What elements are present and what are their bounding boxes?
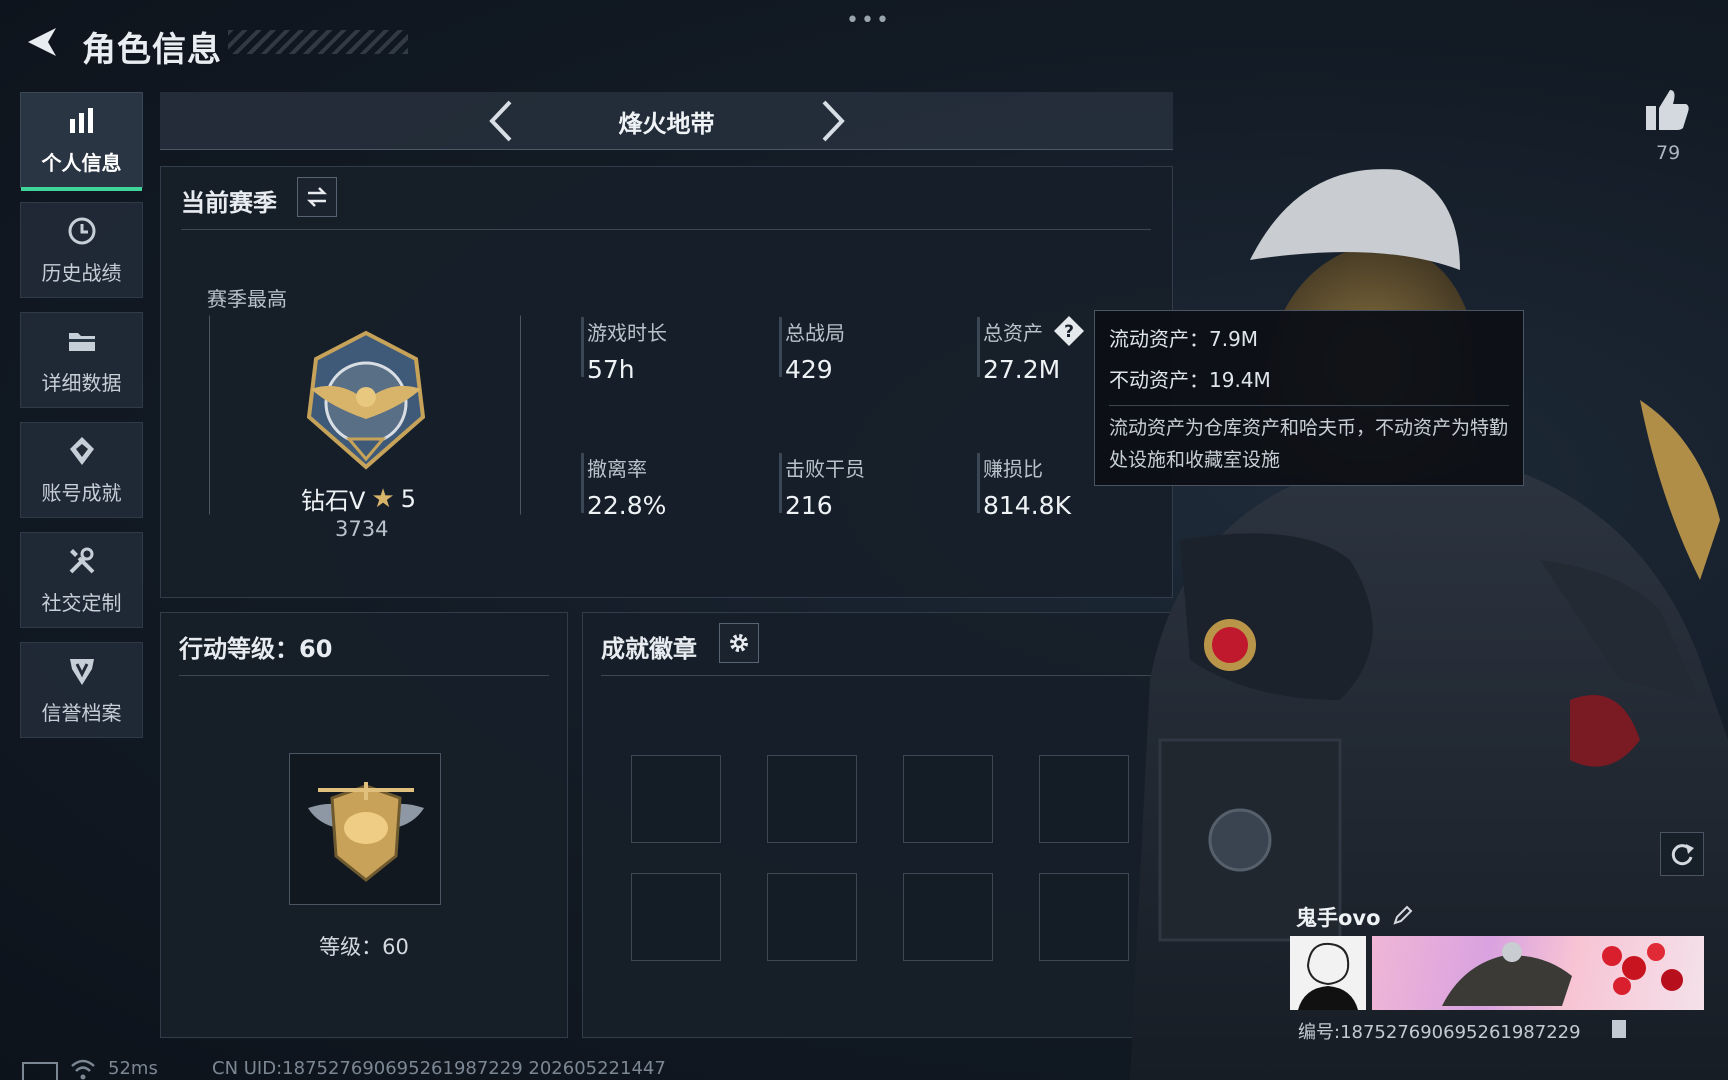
- bar-chart-icon: [69, 107, 93, 133]
- gear-icon: [730, 634, 748, 652]
- stat-label-extract-rate: 撤离率: [587, 457, 647, 481]
- stat-label-assets: 总资产: [983, 321, 1043, 345]
- thumbs-up-icon: [1646, 90, 1689, 130]
- star-icon: ★: [371, 483, 395, 514]
- divider: [181, 229, 1151, 230]
- badge-slot[interactable]: [767, 873, 857, 961]
- back-arrow-icon: [28, 28, 56, 56]
- stat-value-playtime: 57h: [587, 355, 635, 384]
- like-count: 79: [1656, 142, 1681, 164]
- stat-value-matches: 429: [785, 355, 833, 384]
- season-panel: 当前赛季 赛季最高 钻石V ★ 5 3734 游戏时长 57h 总战局 429 …: [160, 166, 1173, 598]
- stat-divider: [977, 453, 980, 513]
- stat-value-kills: 216: [785, 491, 833, 520]
- mode-selector: 烽火地带: [160, 92, 1173, 150]
- helicopter-emblem-icon: [308, 782, 424, 882]
- edit-name-button[interactable]: [1392, 904, 1414, 930]
- player-id: 编号:187527690695261987229: [1298, 1022, 1581, 1043]
- sidebar-item-label: 信誉档案: [41, 700, 122, 725]
- swap-icon: [306, 187, 328, 207]
- stat-divider: [977, 317, 980, 377]
- sidebar-item-label: 详细数据: [41, 370, 122, 395]
- shield-icon: [69, 658, 94, 685]
- level-emblem-frame: [289, 753, 441, 905]
- level-title: 行动等级：60: [179, 635, 333, 663]
- divider: [601, 675, 1156, 676]
- chevron-right-icon: [822, 100, 845, 142]
- badge-slot[interactable]: [767, 755, 857, 843]
- rank-display: 钻石V ★ 5: [301, 481, 416, 516]
- folder-icon: [68, 332, 95, 351]
- medal-icon: [69, 436, 94, 465]
- tooltip-fixed-assets: 不动资产：19.4M: [1109, 368, 1271, 392]
- assets-tooltip: 流动资产：7.9M 不动资产：19.4M 流动资产为仓库资产和哈夫币，不动资产为…: [1094, 310, 1524, 486]
- tooltip-liquid-assets: 流动资产：7.9M: [1109, 327, 1259, 351]
- rank-name: 钻石V: [301, 487, 366, 515]
- stat-value-profit-ratio: 814.8K: [983, 491, 1071, 520]
- stat-label-kills: 击败干员: [785, 457, 865, 481]
- copy-id-icon[interactable]: [1612, 1020, 1626, 1038]
- badge-slot[interactable]: [631, 755, 721, 843]
- history-clock-icon: [68, 217, 95, 244]
- stat-value-assets: 27.2M: [983, 355, 1061, 384]
- rotate-icon: [1671, 844, 1694, 866]
- badge-slot[interactable]: [903, 755, 993, 843]
- svg-text:?: ?: [1064, 322, 1074, 342]
- sidebar-item-details[interactable]: 详细数据: [20, 312, 143, 408]
- help-icon[interactable]: ?: [1053, 315, 1085, 347]
- sidebar-item-credit[interactable]: 信誉档案: [20, 642, 143, 738]
- stat-label-profit-ratio: 赚损比: [983, 457, 1043, 481]
- season-best-label: 赛季最高: [207, 287, 287, 311]
- next-mode-button[interactable]: [810, 98, 854, 144]
- rotate-model-button[interactable]: [1660, 832, 1704, 876]
- sidebar-item-profile[interactable]: 个人信息: [20, 92, 143, 191]
- uid-text: CN UID:187527690695261987229 20260522144…: [212, 1058, 666, 1079]
- stat-divider: [581, 317, 584, 377]
- stat-divider: [779, 453, 782, 513]
- nickname: 鬼手ovo: [1296, 906, 1381, 930]
- sidebar-item-social[interactable]: 社交定制: [20, 532, 143, 628]
- ping-value: 52ms: [108, 1058, 158, 1079]
- season-title: 当前赛季: [181, 189, 277, 217]
- switch-season-button[interactable]: [297, 177, 337, 217]
- badges-panel: 成就徽章: [582, 612, 1173, 1038]
- tooltip-description: 流动资产为仓库资产和哈夫币，不动资产为特勤处设施和收藏室设施: [1109, 405, 1509, 476]
- sidebar-item-achievements[interactable]: 账号成就: [20, 422, 143, 518]
- title-decoration: [228, 30, 408, 54]
- badge-slot[interactable]: [631, 873, 721, 961]
- avatar[interactable]: [1290, 936, 1366, 1010]
- stat-label-playtime: 游戏时长: [587, 321, 667, 345]
- sidebar-item-label: 社交定制: [41, 590, 122, 615]
- badge-slot[interactable]: [903, 873, 993, 961]
- back-button[interactable]: [18, 20, 62, 64]
- more-menu-dots[interactable]: •••: [846, 8, 891, 33]
- sidebar-item-history[interactable]: 历史战绩: [20, 202, 143, 298]
- like-button[interactable]: [1644, 86, 1694, 136]
- sidebar-item-label: 历史战绩: [41, 260, 122, 285]
- rank-emblem-icon: [306, 330, 426, 470]
- active-indicator: [21, 187, 142, 191]
- level-text: 等级：60: [319, 935, 409, 959]
- avatar-sketch-icon: [1298, 942, 1358, 1010]
- rank-points: 3734: [335, 517, 389, 541]
- battery-icon: [22, 1062, 58, 1080]
- page-title: 角色信息: [82, 30, 222, 70]
- wifi-icon: [71, 1059, 95, 1080]
- stat-value-extract-rate: 22.8%: [587, 491, 667, 520]
- banner-artwork: [1442, 942, 1683, 1006]
- badge-settings-button[interactable]: [719, 623, 759, 663]
- profile-banner[interactable]: [1372, 936, 1704, 1010]
- stat-label-matches: 总战局: [785, 321, 845, 345]
- level-panel: 行动等级：60 等级：60: [160, 612, 568, 1038]
- divider: [179, 675, 549, 676]
- rank-stars: 5: [400, 484, 417, 513]
- tools-icon: [69, 547, 94, 573]
- stat-divider: [779, 317, 782, 377]
- sidebar-item-label: 账号成就: [41, 480, 122, 505]
- stat-divider: [581, 453, 584, 513]
- badges-title: 成就徽章: [601, 635, 697, 663]
- sidebar-item-label: 个人信息: [41, 150, 122, 175]
- mode-name: 烽火地带: [618, 110, 715, 138]
- pencil-icon: [1393, 905, 1413, 925]
